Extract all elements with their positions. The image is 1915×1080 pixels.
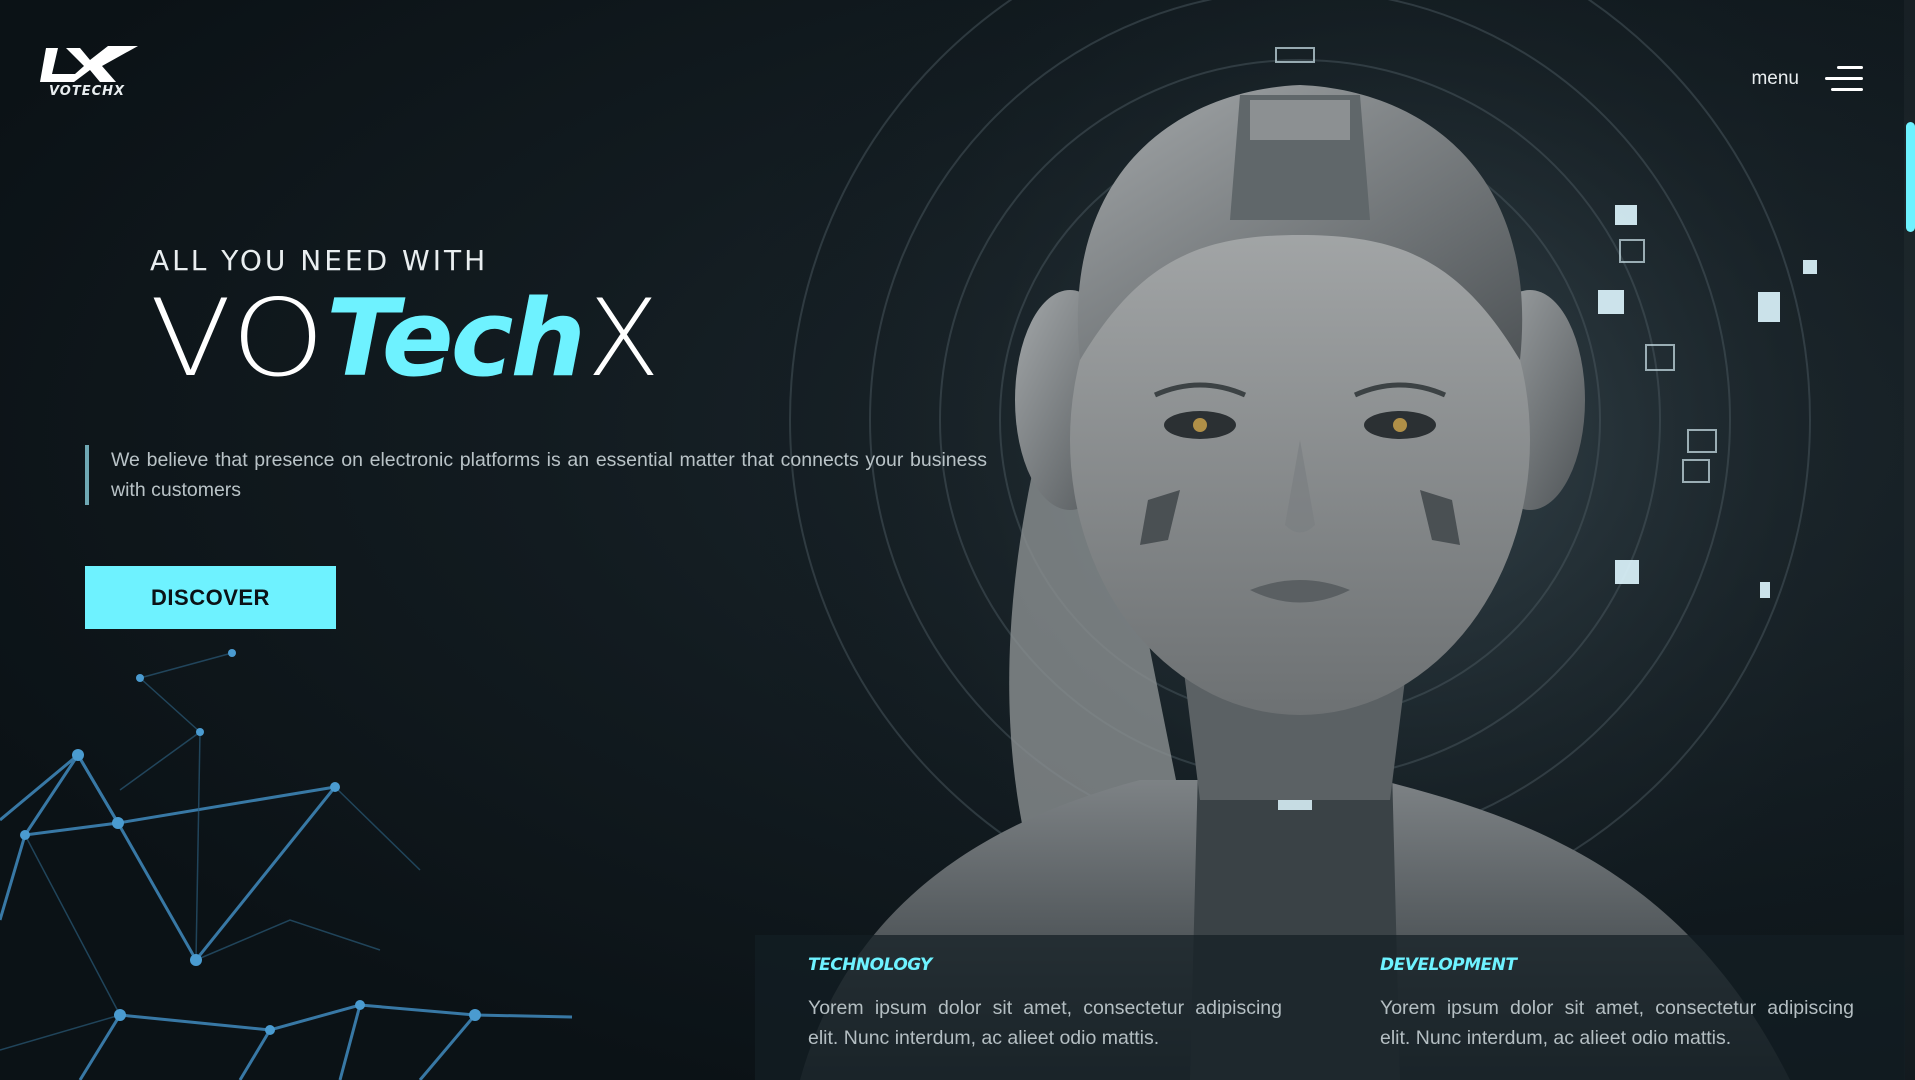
- info-text: Yorem ipsum dolor sit amet, consectetur …: [1380, 997, 1854, 1049]
- logo-wordmark: VOTECHX: [48, 84, 126, 99]
- scrollbar-thumb[interactable]: [1906, 122, 1915, 232]
- hero-description: We believe that presence on electronic p…: [85, 444, 987, 505]
- brand-title-vo: VO: [150, 277, 328, 400]
- info-technology: TECHNOLOGY Yorem ipsum dolor sit amet, c…: [755, 935, 1327, 1080]
- votechx-logo-icon: [40, 46, 138, 82]
- brand-title-x: X: [586, 277, 660, 400]
- hero-brand-title: VO Tech X: [150, 282, 660, 392]
- site-logo[interactable]: VOTECHX: [26, 44, 148, 104]
- info-development: DEVELOPMENT Yorem ipsum dolor sit amet, …: [1327, 935, 1899, 1080]
- menu-toggle[interactable]: menu: [1751, 64, 1863, 94]
- hamburger-menu-icon[interactable]: [1825, 64, 1863, 94]
- cyborg-woman-illustration: [760, 0, 1915, 1080]
- info-title: TECHNOLOGY: [808, 955, 932, 975]
- info-bar: TECHNOLOGY Yorem ipsum dolor sit amet, c…: [755, 935, 1905, 1080]
- landing-page: VOTECHX menu ALL YOU NEED WITH VO Tech X…: [0, 0, 1915, 1080]
- network-lines-decoration: [0, 649, 573, 1080]
- hero-eyebrow: ALL YOU NEED WITH: [150, 244, 489, 277]
- info-title: DEVELOPMENT: [1380, 955, 1517, 975]
- menu-label: menu: [1751, 68, 1799, 89]
- brand-title-tech: Tech: [326, 277, 586, 400]
- discover-button[interactable]: DISCOVER: [85, 566, 336, 629]
- info-text: Yorem ipsum dolor sit amet, consectetur …: [808, 997, 1282, 1049]
